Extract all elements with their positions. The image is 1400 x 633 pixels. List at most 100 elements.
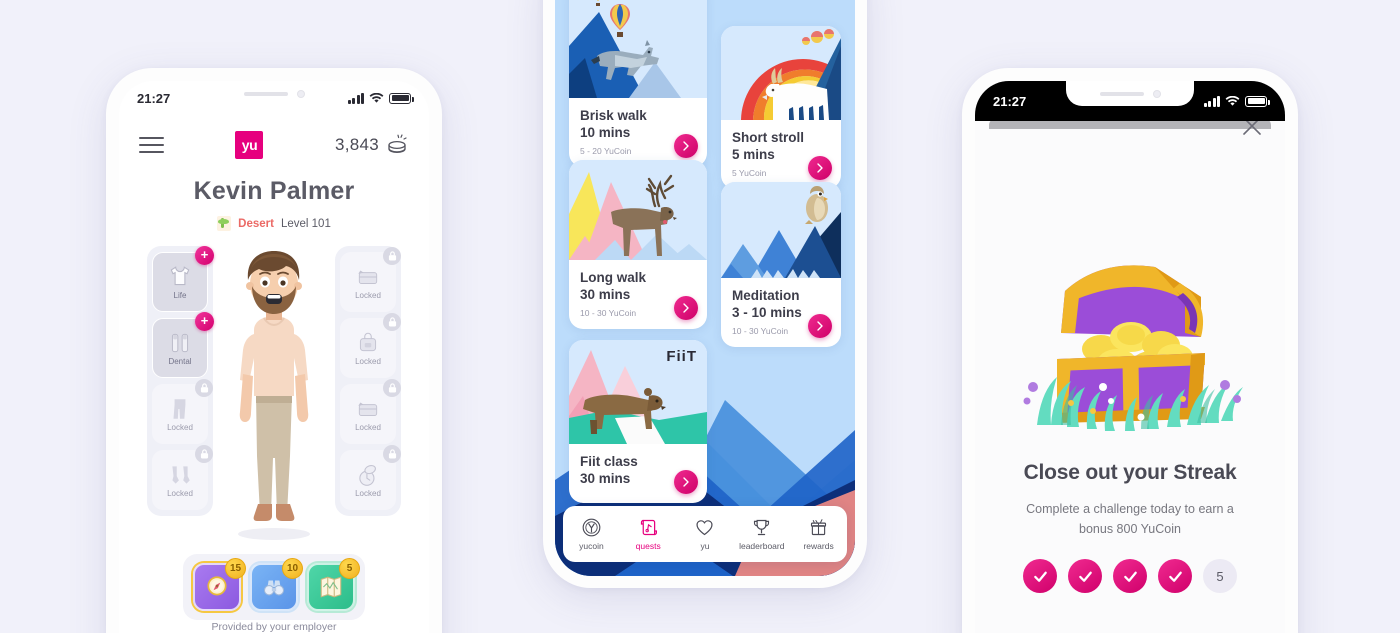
quest-art bbox=[569, 160, 707, 260]
plant-badge-icon bbox=[217, 216, 232, 231]
phone-notch-left bbox=[210, 81, 338, 106]
chevron-right-icon bbox=[817, 320, 823, 331]
tab-label: quests bbox=[635, 541, 661, 551]
level-label: Level 101 bbox=[280, 217, 331, 230]
tab-label: yu bbox=[700, 541, 710, 551]
quest-start-button[interactable] bbox=[808, 313, 832, 338]
status-time: 21:27 bbox=[993, 93, 1027, 109]
tab-leaderboard[interactable]: leaderboard bbox=[733, 517, 790, 551]
trophy-icon bbox=[754, 519, 770, 536]
slot-briefcase-locked[interactable]: Locked bbox=[340, 379, 401, 444]
slot-socks-locked[interactable]: Locked bbox=[152, 445, 213, 510]
coin-balance-widget[interactable]: 3,843 bbox=[335, 134, 409, 156]
slot-add-badge[interactable]: + bbox=[195, 312, 214, 331]
bottom-tab-bar: yucoin quests yu leaderboard rewards bbox=[563, 506, 847, 562]
tab-quests[interactable]: quests bbox=[620, 517, 677, 551]
quest-info: Brisk walk 10 mins 5 - 20 YuCoin bbox=[569, 98, 707, 167]
provided-note: Provided by your employer bbox=[211, 621, 337, 633]
lock-icon bbox=[383, 379, 401, 397]
trousers-icon bbox=[173, 399, 186, 419]
lock-icon bbox=[383, 313, 401, 331]
phone-middle-device: Brisk walk 10 mins 5 - 20 YuCoin Short s… bbox=[543, 0, 867, 588]
scroll-quest-icon bbox=[640, 519, 657, 536]
slot-trousers-locked[interactable]: Locked bbox=[152, 379, 213, 444]
slot-life[interactable]: Life + bbox=[152, 246, 214, 312]
speaker-grill bbox=[1099, 91, 1144, 96]
heart-icon bbox=[696, 520, 714, 536]
slot-dental[interactable]: Dental + bbox=[152, 312, 214, 378]
quest-title-line1: Short stroll bbox=[732, 130, 805, 145]
toothbrush-icon bbox=[171, 333, 189, 353]
quest-start-button[interactable] bbox=[674, 133, 698, 158]
avatar bbox=[214, 246, 334, 541]
lock-icon bbox=[383, 445, 401, 463]
signal-bars-icon bbox=[1203, 95, 1220, 107]
phone-right-device: 21:27 Close out your Streak Complete a c… bbox=[962, 68, 1298, 633]
streak-day-3 bbox=[1113, 559, 1147, 593]
wifi-icon bbox=[369, 92, 384, 103]
tab-yucoin[interactable]: yucoin bbox=[563, 517, 620, 551]
quest-start-button[interactable] bbox=[808, 155, 832, 180]
slot-backpack-locked[interactable]: Locked bbox=[340, 313, 401, 378]
page-title: Kevin Palmer bbox=[193, 177, 355, 205]
slot-add-badge[interactable]: + bbox=[195, 246, 214, 265]
tab-yu[interactable]: yu bbox=[677, 517, 734, 551]
treasure-chest-illustration bbox=[1005, 241, 1255, 446]
avatar-equipment-area: Life + Dental + Locked Locked Locked Loc… bbox=[119, 246, 429, 546]
quest-card-brisk-walk[interactable]: Brisk walk 10 mins 5 - 20 YuCoin bbox=[569, 0, 707, 167]
quest-card-meditation[interactable]: Meditation 3 - 10 mins 10 - 30 YuCoin bbox=[721, 182, 841, 347]
quest-art bbox=[721, 26, 841, 120]
briefcase-icon bbox=[358, 402, 378, 416]
boost-items-row: 15 10 5 bbox=[183, 554, 365, 620]
boost-item-map[interactable]: 5 bbox=[307, 558, 360, 611]
streak-day-5: 5 bbox=[1203, 559, 1237, 593]
tab-rewards[interactable]: rewards bbox=[790, 517, 847, 551]
watch-icon bbox=[359, 465, 376, 486]
map-book-icon bbox=[320, 576, 342, 598]
battery-icon bbox=[1245, 95, 1270, 107]
quest-title-line1: Fiit class bbox=[580, 454, 638, 469]
speaker-grill bbox=[243, 91, 288, 96]
quest-info: Meditation 3 - 10 mins 10 - 30 YuCoin bbox=[721, 278, 841, 347]
quest-art bbox=[721, 182, 841, 278]
coin-stack-icon bbox=[388, 134, 407, 154]
binoculars-icon bbox=[263, 580, 285, 596]
quest-info: Fiit class 30 mins bbox=[569, 444, 707, 503]
quest-info: Short stroll 5 mins 5 YuCoin bbox=[721, 120, 841, 189]
check-icon bbox=[1078, 571, 1092, 582]
slot-label: Locked bbox=[355, 291, 381, 300]
quest-start-button[interactable] bbox=[674, 469, 698, 494]
slot-label: Locked bbox=[167, 489, 193, 498]
backpack-icon bbox=[359, 332, 377, 352]
quest-card-short-stroll[interactable]: Short stroll 5 mins 5 YuCoin bbox=[721, 26, 841, 189]
lock-icon bbox=[195, 445, 213, 463]
streak-day-1 bbox=[1023, 559, 1057, 593]
chevron-right-icon bbox=[683, 140, 689, 151]
phone-left-device: 21:27 yu 3,843 Kevin Palmer Desert Level… bbox=[106, 68, 442, 633]
hamburger-menu-icon[interactable] bbox=[139, 137, 164, 153]
quest-info: Long walk 30 mins 10 - 30 YuCoin bbox=[569, 260, 707, 329]
boost-item-compass[interactable]: 15 bbox=[193, 558, 246, 611]
quest-title-line1: Brisk walk bbox=[580, 108, 647, 123]
quest-card-long-walk[interactable]: Long walk 30 mins 10 - 30 YuCoin bbox=[569, 160, 707, 329]
quest-start-button[interactable] bbox=[674, 295, 698, 320]
chevron-right-icon bbox=[683, 302, 689, 313]
profile-rank-row: Desert Level 101 bbox=[119, 216, 429, 231]
phone-middle-screen: Brisk walk 10 mins 5 - 20 YuCoin Short s… bbox=[555, 0, 855, 576]
phone-notch-right bbox=[1066, 81, 1194, 106]
status-time: 21:27 bbox=[137, 90, 171, 106]
yucoin-icon bbox=[582, 518, 601, 537]
battery-icon bbox=[389, 92, 414, 104]
equipment-column-left: Life + Dental + Locked Locked bbox=[147, 246, 214, 516]
app-header-left: yu 3,843 bbox=[119, 125, 429, 165]
rank-label: Desert bbox=[238, 217, 274, 230]
slot-bag-locked[interactable]: Locked bbox=[340, 247, 401, 312]
slot-watch-locked[interactable]: Locked bbox=[340, 445, 401, 510]
quest-card-fiit-class[interactable]: FiiT Fiit class 30 mins bbox=[569, 340, 707, 503]
lock-icon bbox=[195, 379, 213, 397]
boost-item-binoculars[interactable]: 10 bbox=[250, 558, 303, 611]
screenshot-stage: 21:27 yu 3,843 Kevin Palmer Desert Level… bbox=[0, 0, 1400, 633]
modal-description: Complete a challenge today to earn a bon… bbox=[1026, 502, 1234, 536]
front-camera bbox=[296, 89, 305, 98]
check-icon bbox=[1033, 571, 1047, 582]
